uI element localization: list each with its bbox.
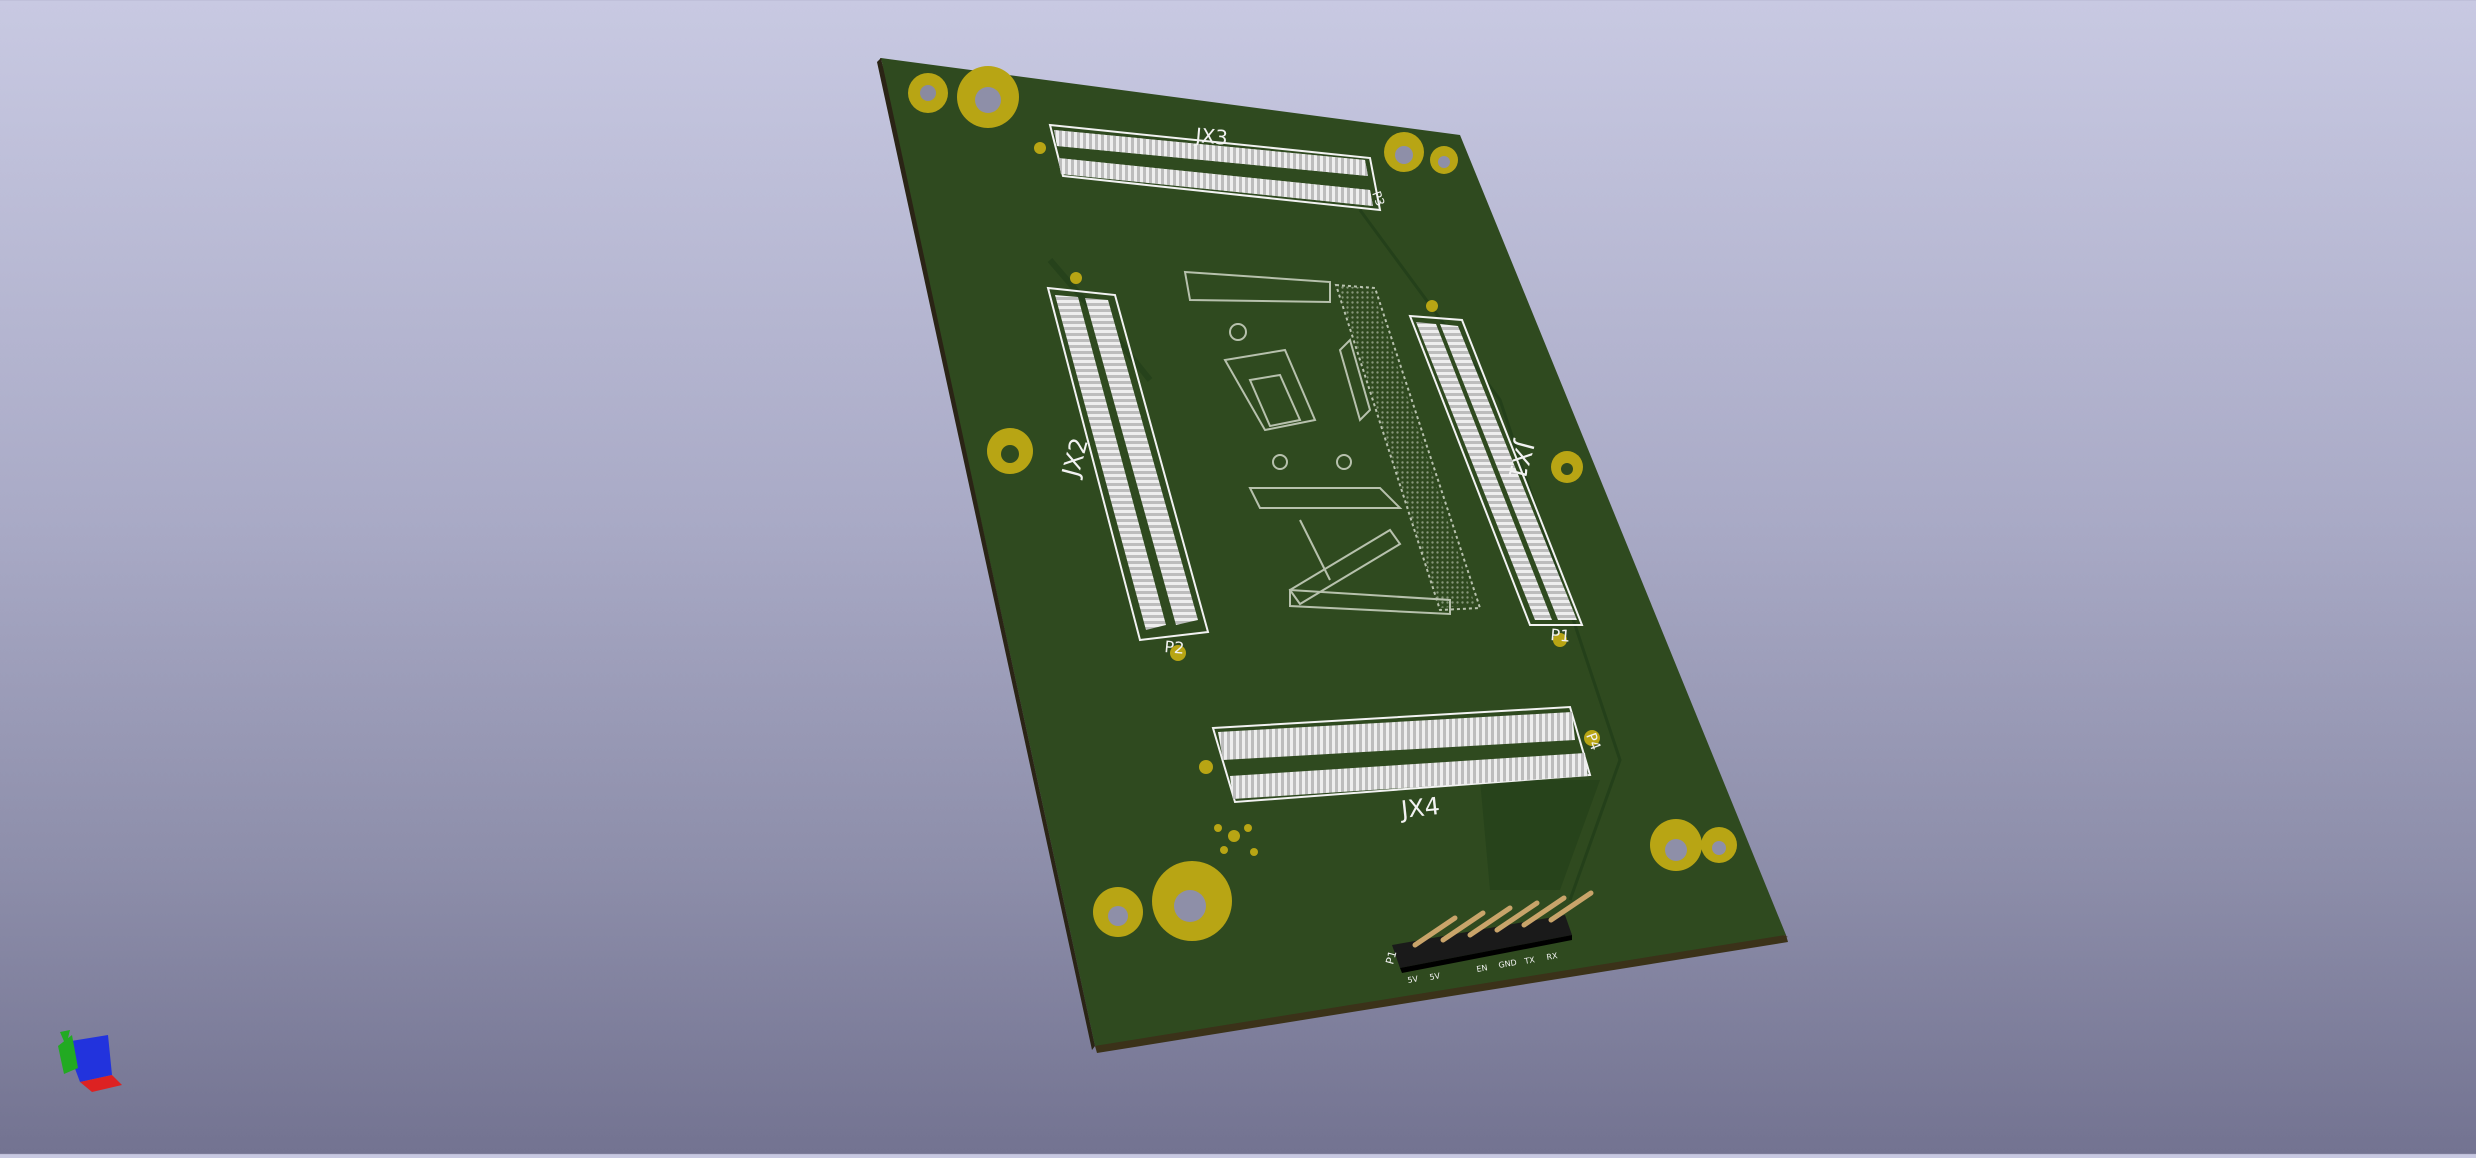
connector-label-jx3: JX3 xyxy=(1193,123,1229,150)
pcb-board[interactable] xyxy=(881,58,1786,1046)
pin-marker-jx2: P2 xyxy=(1164,637,1185,658)
header-pin-label: 5V xyxy=(1429,971,1441,982)
pin-marker-jx1: P1 xyxy=(1550,625,1571,646)
connector-label-jx4: JX4 xyxy=(1398,792,1442,824)
header-pin-label: 5V xyxy=(1407,974,1419,985)
3d-viewport[interactable]: JX3 P3 JX2 P2 JX1 P1 JX4 P4 P1 5V 5V EN … xyxy=(0,0,2476,1154)
3d-axis-icon xyxy=(58,1030,122,1092)
header-pin-label: EN xyxy=(1476,963,1488,974)
